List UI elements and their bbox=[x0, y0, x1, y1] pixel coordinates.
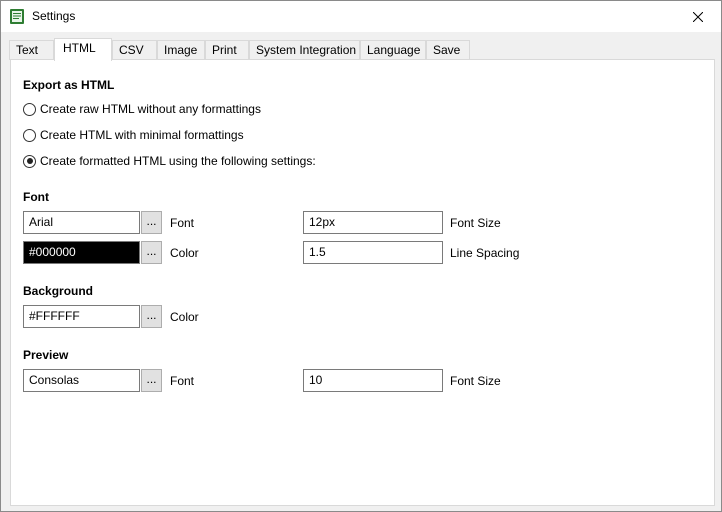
preview-font-browse-button[interactable]: ... bbox=[141, 369, 162, 392]
window-title: Settings bbox=[32, 9, 76, 23]
font-color-field[interactable]: #000000 bbox=[23, 241, 140, 264]
tab-html[interactable]: HTML bbox=[54, 38, 112, 61]
option-minimal-html[interactable]: Create HTML with minimal formattings bbox=[23, 127, 244, 143]
tab-image[interactable]: Image bbox=[157, 40, 205, 60]
font-size-field[interactable]: 12px bbox=[303, 211, 443, 234]
tab-strip: Text HTML CSV Image Print System Integra… bbox=[9, 38, 715, 61]
tab-text[interactable]: Text bbox=[9, 40, 54, 60]
notepad-app-icon bbox=[9, 8, 25, 25]
formatted-html-radio[interactable] bbox=[23, 154, 36, 168]
close-icon bbox=[693, 11, 703, 22]
option-formatted-html[interactable]: Create formatted HTML using the followin… bbox=[23, 153, 316, 169]
font-color-label: Color bbox=[170, 246, 199, 260]
minimal-html-radio[interactable] bbox=[23, 128, 36, 142]
preview-font-size-label: Font Size bbox=[450, 374, 501, 388]
settings-window: Settings Text HTML CSV Image Print Syste… bbox=[0, 0, 722, 512]
background-color-browse-button[interactable]: ... bbox=[141, 305, 162, 328]
font-browse-button[interactable]: ... bbox=[141, 211, 162, 234]
option-label: Create raw HTML without any formattings bbox=[40, 102, 261, 116]
line-spacing-field[interactable]: 1.5 bbox=[303, 241, 443, 264]
option-raw-html[interactable]: Create raw HTML without any formattings bbox=[23, 101, 261, 117]
font-heading: Font bbox=[23, 190, 49, 204]
tab-print[interactable]: Print bbox=[205, 40, 249, 60]
background-color-label: Color bbox=[170, 310, 199, 324]
line-spacing-label: Line Spacing bbox=[450, 246, 520, 260]
font-color-browse-button[interactable]: ... bbox=[141, 241, 162, 264]
tab-save[interactable]: Save bbox=[426, 40, 470, 60]
option-label: Create formatted HTML using the followin… bbox=[40, 154, 316, 168]
font-size-label: Font Size bbox=[450, 216, 501, 230]
font-name-field[interactable]: Arial bbox=[23, 211, 140, 234]
preview-font-label: Font bbox=[170, 374, 195, 388]
preview-font-size-field[interactable]: 10 bbox=[303, 369, 443, 392]
tab-language[interactable]: Language bbox=[360, 40, 426, 60]
option-label: Create HTML with minimal formattings bbox=[40, 128, 244, 142]
background-heading: Background bbox=[23, 284, 94, 298]
preview-font-field[interactable]: Consolas bbox=[23, 369, 140, 392]
preview-heading: Preview bbox=[23, 348, 69, 362]
background-color-field[interactable]: #FFFFFF bbox=[23, 305, 140, 328]
close-button[interactable] bbox=[675, 1, 721, 32]
export-heading: Export as HTML bbox=[23, 78, 115, 92]
raw-html-radio[interactable] bbox=[23, 102, 36, 116]
title-bar[interactable]: Settings bbox=[1, 1, 721, 32]
tab-csv[interactable]: CSV bbox=[112, 40, 157, 60]
tab-system-integration[interactable]: System Integration bbox=[249, 40, 360, 60]
font-label: Font bbox=[170, 216, 195, 230]
